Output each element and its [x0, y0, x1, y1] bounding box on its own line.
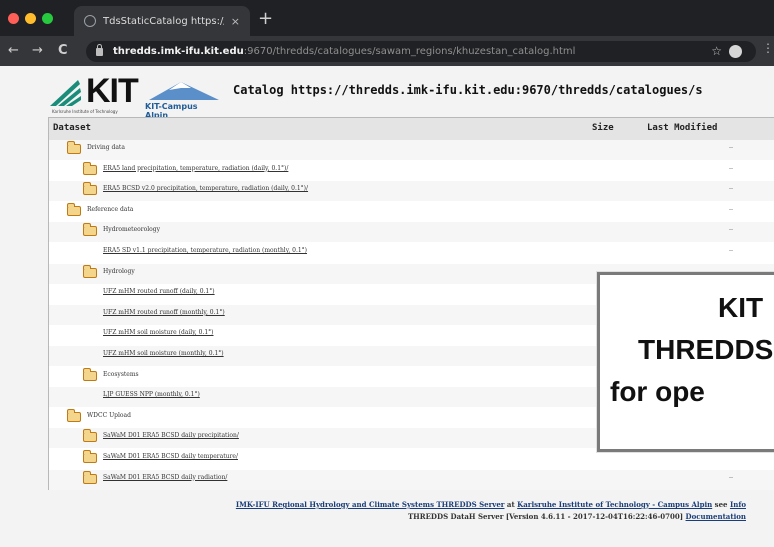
folder-icon [83, 161, 97, 175]
last-modified-cell: -- [729, 144, 734, 151]
header-size: Size [592, 123, 614, 133]
folder-icon [83, 367, 97, 381]
folder-label: Ecosystems [103, 370, 139, 378]
page-title: Catalog https://thredds.imk-ifu.kit.edu:… [233, 83, 703, 97]
last-modified-cell: -- [729, 164, 734, 172]
table-row-dataset[interactable]: ERA5 SD v1.1 precipitation, temperature,… [49, 243, 774, 263]
folder-label: Driving data [87, 144, 125, 151]
tab-title: TdsStaticCatalog https://thredd [103, 15, 224, 27]
dataset-link[interactable]: LJP GUESS NPP (monthly, 0.1°) [103, 391, 200, 398]
table-row-folder[interactable]: ERA5 land precipitation, temperature, ra… [49, 161, 774, 181]
page-footer: IMK-IFU Regional Hydrology and Climate S… [0, 499, 774, 523]
new-tab-button[interactable]: + [258, 10, 273, 28]
browser-menu-icon[interactable]: ⋮ [762, 41, 774, 55]
table-row-folder[interactable]: ERA5 BCSD v2.0 precipitation, temperatur… [49, 181, 774, 202]
table-row-folder[interactable]: Reference data -- [49, 202, 774, 222]
footer-server-link[interactable]: IMK-IFU Regional Hydrology and Climate S… [236, 500, 505, 509]
dataset-link[interactable]: UFZ mHM soil moisture (monthly, 0.1°) [103, 350, 224, 357]
folder-icon [83, 450, 97, 463]
overlay-line-1: KIT [718, 292, 764, 323]
folder-icon [83, 264, 97, 278]
folder-label: Hydrometeorology [103, 226, 160, 234]
window-controls [8, 13, 53, 24]
dataset-link[interactable]: UFZ mHM routed runoff (daily, 0.1°) [103, 288, 215, 295]
minimize-window-button[interactable] [25, 13, 36, 24]
dataset-link[interactable]: SaWaM D01 ERA5 BCSD daily precipitation/ [103, 432, 239, 439]
maximize-window-button[interactable] [42, 13, 53, 24]
footer-text-at: at [504, 500, 518, 509]
header-last-modified: Last Modified [647, 123, 718, 133]
dataset-link[interactable]: ERA5 BCSD v2.0 precipitation, temperatur… [103, 185, 308, 192]
campus-alpin-logo[interactable]: KIT-Campus Alpin [145, 80, 223, 120]
globe-icon [84, 15, 96, 27]
close-window-button[interactable] [8, 13, 19, 24]
overlay-line-3: for ope [610, 376, 705, 407]
folder-label: Reference data [87, 205, 134, 213]
forward-button[interactable]: → [32, 43, 43, 59]
dataset-link[interactable]: ERA5 land precipitation, temperature, ra… [103, 165, 288, 172]
table-header: Dataset Size Last Modified [49, 118, 774, 140]
table-row-folder[interactable]: SaWaM D01 ERA5 BCSD daily radiation/ -- [49, 469, 774, 490]
folder-icon [83, 470, 97, 484]
bookmark-star-icon[interactable]: ☆ [711, 41, 722, 62]
mountain-icon [149, 82, 219, 100]
last-modified-cell: -- [729, 247, 734, 254]
folder-icon [67, 408, 81, 422]
dataset-link[interactable]: UFZ mHM routed runoff (monthly, 0.1°) [103, 309, 225, 316]
footer-documentation-link[interactable]: Documentation [686, 512, 746, 521]
footer-text-see: see [712, 500, 730, 509]
folder-label: Hydrology [103, 267, 135, 275]
kit-logo-text: KIT [86, 72, 139, 110]
folder-icon [83, 223, 97, 237]
footer-version-text: THREDDS DataH Server [Version 4.6.11 - 2… [407, 512, 686, 521]
overlay-line-2: THREDDS [638, 334, 774, 365]
dataset-link[interactable]: SaWaM D01 ERA5 BCSD daily radiation/ [103, 474, 227, 481]
table-row-folder[interactable]: SaWaM D01 ERA5 BCSD daily temperature/ [49, 449, 774, 469]
title-overlay-box: KIT THREDDS for ope [597, 272, 774, 452]
dataset-link[interactable]: ERA5 SD v1.1 precipitation, temperature,… [103, 247, 307, 254]
url-host: thredds.imk-ifu.kit.edu [113, 46, 244, 57]
back-button[interactable]: ← [8, 43, 19, 59]
browser-tab[interactable]: TdsStaticCatalog https://thredd × [74, 6, 250, 36]
account-avatar[interactable] [729, 45, 742, 58]
lock-icon [96, 43, 103, 56]
last-modified-cell: -- [729, 185, 734, 193]
folder-icon [83, 429, 97, 443]
last-modified-cell: -- [729, 226, 734, 234]
reload-button[interactable]: C [58, 43, 68, 59]
last-modified-cell: -- [729, 205, 734, 213]
url-path: :9670/thredds/catalogues/sawam_regions/k… [243, 46, 576, 57]
footer-info-link[interactable]: Info [730, 500, 746, 509]
dataset-link[interactable]: SaWaM D01 ERA5 BCSD daily temperature/ [103, 453, 238, 460]
kit-logo[interactable]: KIT Karlsruhe Institute of Technology [50, 72, 142, 118]
folder-icon [83, 182, 97, 196]
browser-tab-bar: TdsStaticCatalog https://thredd × + [0, 0, 774, 36]
kit-logo-subtitle: Karlsruhe Institute of Technology [52, 109, 118, 114]
address-bar[interactable]: thredds.imk-ifu.kit.edu :9670/thredds/ca… [86, 41, 756, 62]
dataset-link[interactable]: UFZ mHM soil moisture (daily, 0.1°) [103, 329, 214, 336]
footer-institute-link[interactable]: Karlsruhe Institute of Technology - Camp… [517, 500, 712, 509]
folder-label: WDCC Upload [87, 411, 131, 419]
browser-toolbar: ← → C thredds.imk-ifu.kit.edu :9670/thre… [0, 36, 774, 66]
tab-close-icon[interactable]: × [231, 15, 240, 28]
folder-icon [67, 202, 81, 216]
table-row-folder[interactable]: Hydrometeorology -- [49, 222, 774, 243]
table-row-folder[interactable]: Driving data -- [49, 140, 774, 160]
last-modified-cell: -- [729, 473, 734, 481]
header-dataset: Dataset [53, 123, 91, 133]
kit-logo-rays-icon [50, 80, 81, 106]
folder-icon [67, 141, 81, 154]
